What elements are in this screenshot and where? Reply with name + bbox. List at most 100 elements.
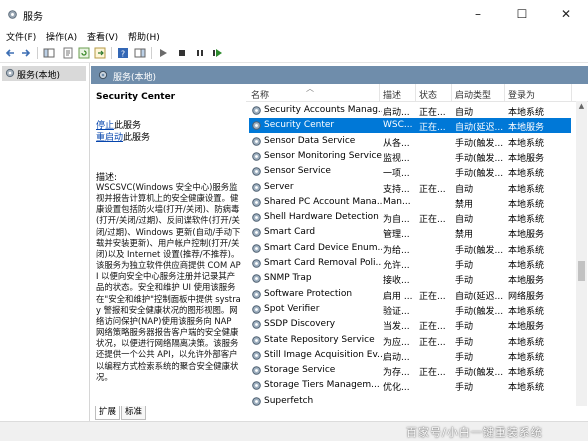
tab-standard[interactable]: 标准 — [121, 406, 147, 420]
service-name-cell: Spot Verifier — [264, 303, 320, 314]
table-row[interactable]: Sensor Service 一项... 手动(触发... 本地系统 — [249, 164, 571, 179]
tab-extended[interactable]: 扩展 — [95, 406, 121, 420]
service-logon-cell: 本地服务 — [508, 123, 545, 134]
service-startup-cell: 自动 — [455, 184, 474, 195]
table-row[interactable]: Smart Card 管理... 禁用 本地服务 — [249, 225, 571, 240]
view-tabs: 扩展 标准 — [91, 406, 588, 420]
service-logon-cell: 本地系统 — [508, 215, 545, 226]
table-row[interactable]: Software Protection 启用 ... 正在... 自动(延迟... 网络… — [249, 287, 571, 302]
refresh-icon[interactable] — [78, 47, 90, 59]
service-name-cell: Still Image Acquisition Ev... — [264, 349, 382, 360]
table-row[interactable]: Storage Service 为存... 正在... 手动(触发... 本地系统 — [249, 363, 571, 378]
help-icon[interactable]: ? — [117, 47, 129, 59]
service-startup-cell: 手动(触发... — [455, 138, 504, 149]
service-description-cell: 允许... — [383, 261, 410, 271]
tree-item-services-local[interactable]: 服务(本地) — [2, 66, 86, 81]
service-startup-cell: 自动(延迟... — [455, 291, 504, 302]
service-name-cell: Storage Tiers Managem... — [264, 380, 380, 391]
close-button[interactable]: ✕ — [544, 0, 588, 28]
pause-service-icon[interactable] — [194, 47, 206, 59]
scrollbar-thumb[interactable] — [578, 261, 585, 281]
table-row[interactable]: Security Accounts Manag... 启动... 正在... 自动 本地… — [249, 103, 571, 118]
table-row[interactable]: Server 支持... 正在... 自动 本地系统 — [249, 180, 571, 195]
properties-sheet-icon[interactable] — [62, 47, 74, 59]
service-name-cell: State Repository Service — [264, 334, 375, 345]
service-logon-cell: 本地系统 — [508, 245, 545, 256]
table-row[interactable]: Sensor Data Service 从各... 手动(触发... 本地系统 — [249, 134, 571, 149]
pane-header: 服务(本地) — [91, 66, 588, 84]
maximize-button[interactable]: ☐ — [500, 0, 544, 28]
service-gear-icon — [252, 136, 261, 146]
table-row[interactable]: State Repository Service 为应... 正在... 手动 本地系统 — [249, 333, 571, 348]
table-row[interactable]: Spot Verifier 验证... 手动(触发... 本地系统 — [249, 302, 571, 317]
table-row[interactable]: SNMP Trap 接收... 手动 本地服务 — [249, 271, 571, 286]
service-startup-cell: 手动 — [455, 352, 474, 363]
forward-arrow-icon[interactable] — [20, 47, 32, 59]
table-row[interactable]: Sensor Monitoring Service 监视... 手动(触发... 本地… — [249, 149, 571, 164]
column-status[interactable]: 状态 — [419, 88, 437, 101]
table-row[interactable]: Storage Tiers Managem... 优化... 手动 本地系统 — [249, 378, 571, 393]
svg-text:?: ? — [121, 50, 125, 59]
service-startup-cell: 手动(触发... — [455, 169, 504, 180]
services-gear-icon — [5, 68, 15, 78]
service-name-cell: Smart Card Removal Poli... — [264, 258, 382, 268]
service-logon-cell: 本地服务 — [508, 276, 545, 287]
action-pane-icon[interactable] — [134, 47, 146, 59]
menu-file[interactable]: 文件(F) — [6, 30, 36, 43]
service-status-cell: 正在... — [419, 215, 446, 226]
service-name-cell: Software Protection — [264, 288, 353, 299]
restart-service-icon[interactable] — [211, 47, 223, 59]
vertical-scrollbar[interactable]: ▲ — [576, 101, 587, 406]
pane-header-title: 服务(本地) — [113, 73, 157, 83]
service-startup-cell: 手动(触发... — [455, 153, 504, 164]
console-tree-icon[interactable] — [43, 47, 55, 59]
service-detail-title: Security Center — [96, 92, 176, 102]
service-startup-cell: 自动 — [455, 215, 474, 226]
service-startup-cell: 手动(触发... — [455, 368, 504, 379]
console-tree: 服务(本地) — [0, 63, 90, 440]
service-startup-cell: 手动(触发... — [455, 245, 504, 256]
service-status-cell: 正在... — [419, 108, 446, 118]
table-row[interactable]: Shell Hardware Detection 为自... 正在... 自动 本地系统 — [249, 210, 571, 225]
service-description-cell: 从各... — [383, 138, 410, 149]
back-arrow-icon[interactable] — [4, 47, 16, 59]
table-row[interactable]: Superfetch — [249, 394, 571, 406]
service-gear-icon — [252, 121, 261, 131]
table-row[interactable]: Smart Card Removal Poli... 允许... 手动 本地系统 — [249, 256, 571, 271]
restart-action: 重启动此服务 — [96, 130, 150, 143]
service-name-cell: Sensor Monitoring Service — [264, 150, 382, 161]
menu-view[interactable]: 查看(V) — [87, 30, 118, 43]
service-logon-cell: 本地系统 — [508, 169, 545, 180]
menu-help[interactable]: 帮助(H) — [128, 30, 160, 43]
status-bar: 百家号/小白一键重装系统 — [0, 421, 588, 441]
export-list-icon[interactable] — [94, 47, 106, 59]
service-logon-cell: 本地系统 — [508, 383, 545, 394]
table-row[interactable]: SSDP Discovery 当发... 正在... 手动 本地服务 — [249, 317, 571, 332]
service-description-cell: WSC... — [383, 120, 413, 131]
column-logon-as[interactable]: 登录为 — [508, 88, 535, 101]
services-list: ︿ 名称 描述 状态 启动类型 登录为 Security Accounts Ma… — [246, 84, 588, 406]
stop-service-icon[interactable] — [176, 47, 188, 59]
service-name-cell: Smart Card — [264, 227, 316, 238]
column-description[interactable]: 描述 — [383, 88, 401, 101]
title-bar: 服务 – ☐ ✕ — [0, 0, 588, 28]
service-description-cell: 启动... — [383, 352, 410, 363]
column-name[interactable]: 名称 — [251, 88, 269, 101]
service-startup-cell: 禁用 — [455, 230, 474, 241]
service-name-cell: SNMP Trap — [264, 273, 312, 284]
services-app-icon — [8, 10, 17, 19]
menu-action[interactable]: 操作(A) — [46, 30, 77, 43]
table-row[interactable]: Still Image Acquisition Ev... 启动... 手动 本地系统 — [249, 348, 571, 363]
column-startup-type[interactable]: 启动类型 — [455, 88, 491, 101]
table-row-selected[interactable]: Security Center WSC... 正在... 自动(延迟... 本地服务 — [249, 118, 571, 134]
service-description-cell: 管理... — [383, 230, 410, 241]
restart-service-link[interactable]: 重启动 — [96, 133, 123, 143]
table-row[interactable]: Smart Card Device Enum... 为给... 手动(触发... 本地… — [249, 241, 571, 256]
service-logon-cell: 本地服务 — [508, 230, 545, 241]
minimize-button[interactable]: – — [456, 0, 500, 28]
toolbar: ? — [0, 44, 588, 63]
table-row[interactable]: Shared PC Account Mana... Man... 禁用 本地系统 — [249, 195, 571, 210]
start-service-icon[interactable] — [157, 47, 169, 59]
service-name-cell: SSDP Discovery — [264, 319, 336, 330]
scroll-up-arrow-icon[interactable]: ▲ — [576, 101, 587, 111]
